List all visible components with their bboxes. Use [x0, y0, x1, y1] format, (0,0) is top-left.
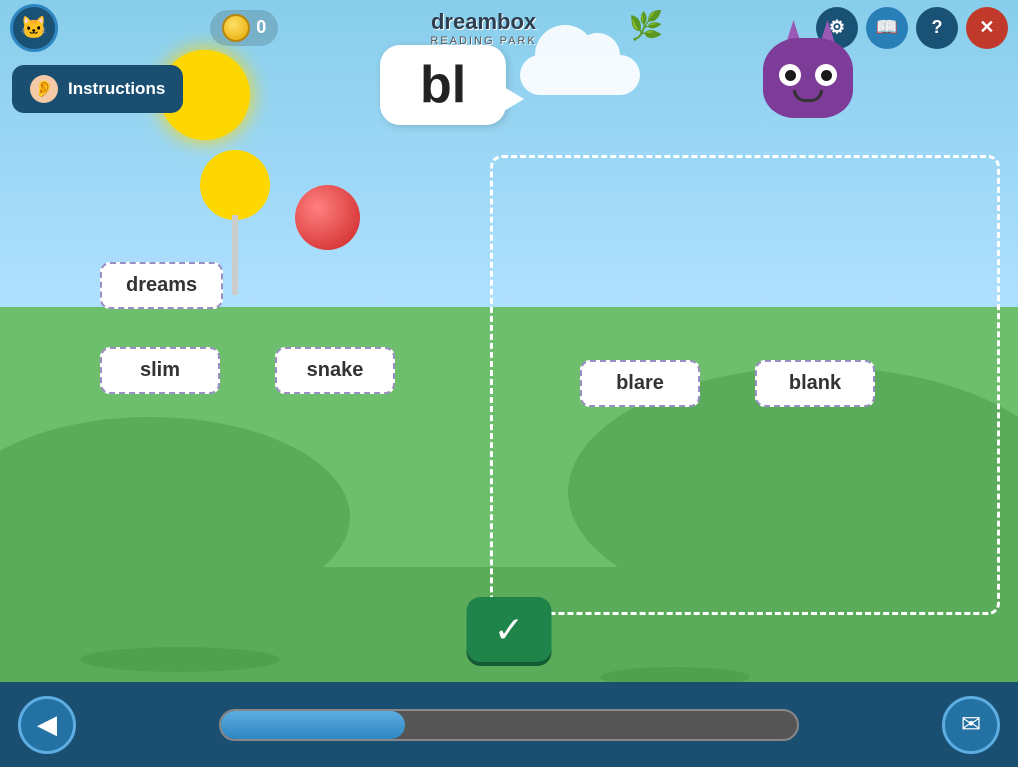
app-logo: dreambox READING PARK — [430, 9, 536, 47]
monster-character — [763, 38, 858, 133]
instructions-label: Instructions — [68, 79, 165, 99]
ball-decoration — [295, 185, 360, 250]
instructions-button[interactable]: 👂 Instructions — [12, 65, 183, 113]
monster-eye-left — [779, 64, 801, 86]
word-card-blank[interactable]: blank — [755, 360, 875, 407]
ear-icon: 👂 — [30, 75, 58, 103]
help-button[interactable]: ? — [916, 7, 958, 49]
lollipop-decoration — [200, 150, 270, 220]
book-button[interactable]: 📖 — [866, 7, 908, 49]
game-container: 🐱 0 dreambox READING PARK 🌿 ⚙ 📖 ? ✕ 👂 In… — [0, 0, 1018, 767]
phoneme-text: bl — [420, 56, 466, 114]
monster-body — [763, 38, 853, 118]
avatar-button[interactable]: 🐱 — [10, 4, 58, 52]
coins-display: 0 — [210, 10, 278, 46]
monster-eyes — [779, 64, 837, 86]
leaf-icon: 🌿 — [629, 9, 664, 42]
close-button[interactable]: ✕ — [966, 7, 1008, 49]
monster-pupil-right — [821, 70, 832, 81]
check-button[interactable]: ✓ — [467, 597, 552, 662]
cloud-decoration — [520, 55, 640, 95]
bottom-bar: ◀ ✉ — [0, 682, 1018, 767]
word-card-dreams[interactable]: dreams — [100, 262, 223, 309]
monster-pupil-left — [785, 70, 796, 81]
monster-eye-right — [815, 64, 837, 86]
progress-bar-fill — [221, 711, 405, 739]
coin-icon — [222, 14, 250, 42]
back-icon: ◀ — [37, 709, 57, 740]
progress-bar-container — [219, 709, 799, 741]
word-card-slim[interactable]: slim — [100, 347, 220, 394]
check-icon: ✓ — [494, 612, 524, 648]
drop-zone[interactable] — [490, 155, 1000, 615]
word-card-blare[interactable]: blare — [580, 360, 700, 407]
speech-bubble: bl — [380, 45, 506, 125]
coins-count: 0 — [256, 17, 266, 38]
back-button[interactable]: ◀ — [18, 696, 76, 754]
top-bar: 🐱 0 dreambox READING PARK 🌿 ⚙ 📖 ? ✕ — [0, 0, 1018, 55]
word-card-snake[interactable]: snake — [275, 347, 395, 394]
ground-decoration — [80, 647, 280, 672]
mail-icon: ✉ — [961, 710, 981, 739]
mail-button[interactable]: ✉ — [942, 696, 1000, 754]
monster-mouth — [793, 90, 823, 102]
